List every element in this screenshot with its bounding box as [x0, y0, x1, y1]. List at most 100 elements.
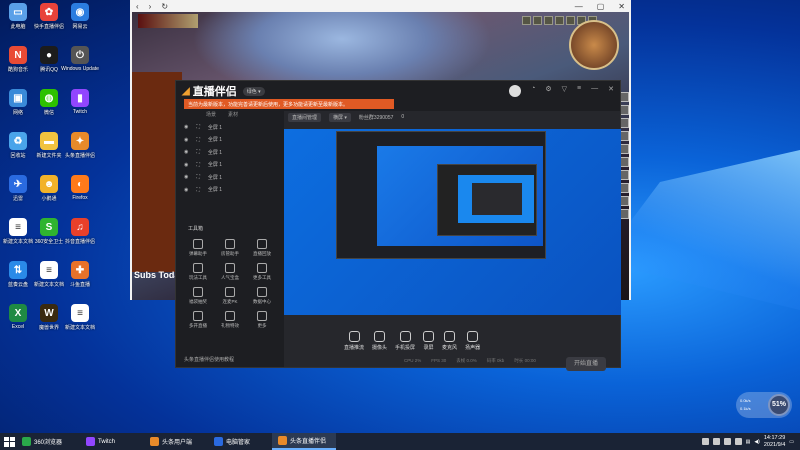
tray-app-icon[interactable]	[701, 438, 709, 445]
taskbar-item[interactable]: 360浏览器	[16, 433, 80, 450]
scene-item[interactable]: ◉ ⛶ 全屏 1	[176, 159, 284, 172]
avatar[interactable]	[509, 85, 522, 97]
status-metric: 码率 0kb	[486, 358, 505, 363]
app-icon: ≡	[40, 261, 58, 279]
scene-label: 全屏 1	[207, 174, 223, 181]
scene-item[interactable]: ◉ ⛶ 全屏 1	[176, 121, 284, 134]
app-icon: ▣	[9, 89, 27, 107]
scene-type-icon: ⛶	[196, 136, 200, 143]
eye-icon[interactable]: ◉	[184, 149, 188, 155]
tray-app-icon[interactable]	[712, 438, 720, 445]
tool-icon	[193, 263, 203, 273]
clock[interactable]: 14:17:29 2021/9/4	[764, 435, 785, 449]
memory-percent: 51%	[768, 394, 790, 416]
taskbar-item[interactable]: 头条直播伴侣	[272, 433, 336, 450]
control-button[interactable]: 麦克风	[442, 331, 457, 351]
desktop-icon-label: 抖音直播伴侣	[64, 239, 95, 245]
skin-icon[interactable]: ▽	[562, 85, 567, 97]
control-button[interactable]: 扬声器	[465, 331, 480, 351]
eye-icon[interactable]: ◉	[184, 187, 188, 193]
desktop-icon[interactable]: ♫ 抖音直播伴侣	[62, 218, 98, 258]
start-icon[interactable]	[2, 435, 16, 449]
control-button[interactable]: 手机投屏	[395, 331, 415, 351]
desktop-icon-label: 酷狗音乐	[7, 67, 28, 73]
tool-button[interactable]: 福袋抽奖	[182, 287, 214, 305]
eye-icon[interactable]: ◉	[184, 174, 188, 180]
tool-button[interactable]: 弹幕助手	[182, 239, 214, 257]
desktop-icon[interactable]: ◐ Firefox	[62, 175, 98, 215]
tool-button[interactable]: 更多工具	[246, 263, 278, 281]
taskbar-item[interactable]: 头条用户端	[144, 433, 208, 450]
control-button[interactable]: 直播推流	[344, 331, 364, 351]
forward-icon[interactable]: ›	[149, 2, 152, 11]
app-icon: ▮	[71, 89, 89, 107]
scene-item[interactable]: ◉ ⛶ 全屏 1	[176, 134, 284, 147]
tab-material[interactable]: 素材	[228, 111, 238, 121]
clock-time: 14:17:29	[763, 434, 786, 441]
start-live-button[interactable]: 开始直播	[566, 357, 606, 371]
notification-icon[interactable]: ▭	[789, 439, 794, 445]
control-bar: 直播推流 摄像头 手机投屏 录屏 麦克风 扬声器	[284, 321, 620, 361]
update-notice[interactable]: 当前为最新版本，功能完善请更新后使用，更多功能请更新至最新版本。	[184, 99, 394, 109]
control-icon	[467, 331, 479, 342]
orientation-select[interactable]: 横屏 ▾	[329, 112, 351, 122]
network-widget[interactable]: 0.0k/s 0.1k/s 51%	[736, 392, 792, 418]
scene-item[interactable]: ◉ ⛶ 全屏 1	[176, 184, 284, 197]
taskbar-item[interactable]: 电脑管家	[208, 433, 272, 450]
minimize-button[interactable]: —	[575, 2, 583, 11]
minimap[interactable]	[569, 20, 619, 70]
desktop-icon[interactable]: ✦ 头条直播伴侣	[62, 132, 98, 172]
scene-type-icon: ⛶	[196, 161, 200, 168]
eye-icon[interactable]: ◉	[184, 124, 188, 130]
settings-icon[interactable]: ⚙	[545, 85, 551, 97]
desktop-icon-label: 微信	[43, 110, 54, 116]
tool-button[interactable]: 更多	[246, 311, 278, 329]
live-preview[interactable]	[284, 129, 621, 315]
desktop-icon[interactable]: ▮ Twitch	[62, 89, 98, 129]
tool-button[interactable]: 玩法工具	[182, 263, 214, 281]
network-icon[interactable]: ▤	[746, 439, 751, 445]
tool-button[interactable]: 直播回放	[246, 239, 278, 257]
desktop-icon[interactable]: ◉ 网易云	[62, 3, 98, 43]
control-button[interactable]: 录屏	[423, 331, 435, 351]
eye-icon[interactable]: ◉	[184, 137, 188, 143]
refresh-icon[interactable]: ↻	[161, 2, 168, 11]
close-button[interactable]: ✕	[618, 2, 625, 11]
control-button[interactable]: 摄像头	[372, 331, 387, 351]
menu-icon[interactable]: ≡	[577, 85, 581, 97]
desktop-icon-label: 蓝奏云盘	[7, 282, 28, 288]
scene-item[interactable]: ◉ ⛶ 全屏 1	[176, 171, 284, 184]
tool-button[interactable]: 礼物特效	[214, 311, 246, 329]
nested-preview-1-screen	[377, 146, 543, 246]
desktop-icon[interactable]: ⏻ Windows Update	[61, 46, 99, 86]
desktop-icon[interactable]: ✚ 斗鱼直播	[62, 261, 98, 301]
tool-button[interactable]: 连麦PK	[214, 287, 246, 305]
minimize-icon[interactable]: —	[591, 85, 598, 97]
tab-live-room[interactable]: 直播间管理	[288, 112, 322, 122]
tool-label: 连麦PK	[222, 299, 238, 304]
live-tutorial-link[interactable]: 头条直播伴侣使用教程	[184, 356, 234, 363]
scene-item[interactable]: ◉ ⛶ 全屏 1	[176, 146, 284, 159]
taskbar-item[interactable]: Twitch	[80, 433, 144, 450]
back-icon[interactable]: ‹	[136, 2, 139, 11]
maximize-button[interactable]: ▢	[597, 2, 605, 11]
tool-button[interactable]: 房管助手	[214, 239, 246, 257]
desktop-icon[interactable]: ≡ 新建文本文档	[62, 304, 98, 344]
tray-app-icon[interactable]	[734, 438, 742, 445]
desktop-icon-label: 新建文本文档	[64, 325, 95, 331]
app-icon: N	[9, 46, 27, 64]
version-badge[interactable]: 绿色 ▾	[242, 86, 265, 96]
eye-icon[interactable]: ◉	[184, 162, 188, 168]
tray-app-icon[interactable]	[723, 438, 731, 445]
message-icon[interactable]: ◔	[531, 85, 535, 97]
app-icon: ☻	[40, 175, 58, 193]
tab-scene[interactable]: 场景	[206, 111, 216, 121]
tool-button[interactable]: 人气宝盒	[214, 263, 246, 281]
streaming-app-window[interactable]: ◢ 直播伴侣 绿色 ▾ ◔ ⚙ ▽ ≡ — ✕ 当前为最新版本，功能完善请更新后使…	[175, 80, 621, 371]
tool-button[interactable]: 数据中心	[246, 287, 278, 305]
close-icon[interactable]: ✕	[608, 85, 614, 97]
tool-button[interactable]: 多开直播	[182, 311, 214, 329]
volume-icon[interactable]: ◀)	[754, 439, 760, 445]
desktop-icon-label: 小鹅通	[41, 196, 57, 202]
taskbar-app-icon	[278, 436, 287, 445]
